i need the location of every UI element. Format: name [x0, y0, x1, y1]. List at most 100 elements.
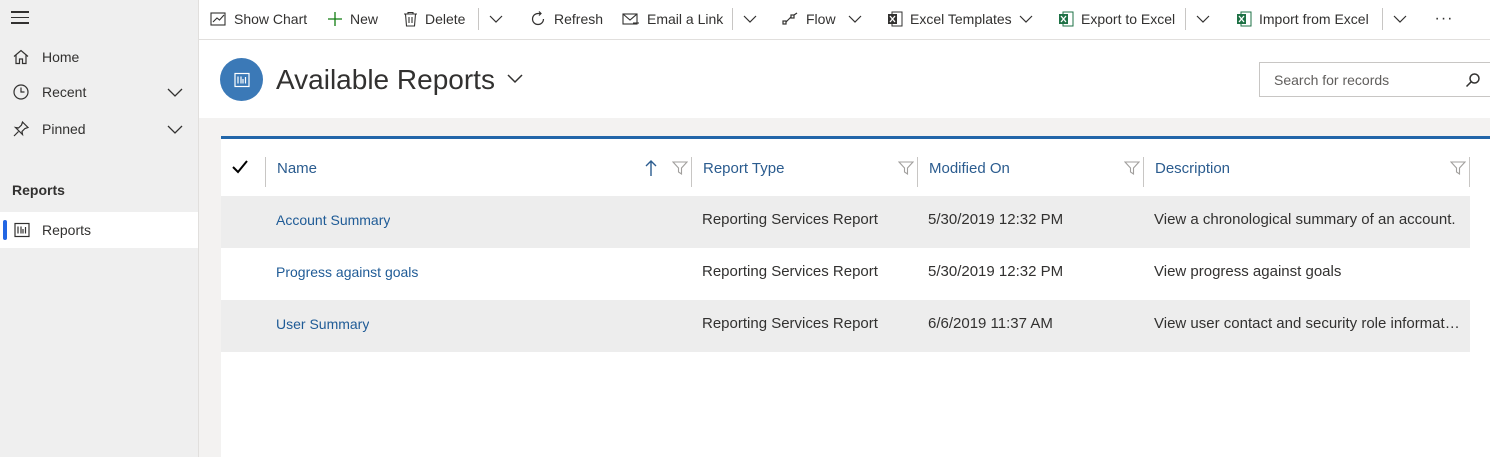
sidebar-item-label: Pinned [42, 121, 86, 137]
report-type-cell: Reporting Services Report [702, 315, 878, 332]
sidebar-section-title: Reports [12, 182, 65, 198]
show-chart-button[interactable]: Show Chart [210, 0, 307, 38]
divider [478, 8, 479, 30]
sort-ascending-icon[interactable] [644, 159, 658, 177]
column-divider [265, 157, 266, 187]
report-name-link[interactable]: Progress against goals [276, 264, 418, 280]
export-to-excel-button[interactable]: Export to Excel [1058, 0, 1175, 38]
column-divider [917, 157, 918, 187]
filter-icon[interactable] [1124, 161, 1140, 175]
excel-export-icon [1059, 11, 1074, 27]
chevron-down-icon [848, 15, 862, 23]
report-name-link[interactable]: Account Summary [276, 212, 390, 228]
report-entity-icon [220, 58, 263, 101]
report-name-link[interactable]: User Summary [276, 316, 369, 332]
sidebar-item-home[interactable]: Home [0, 39, 198, 75]
more-commands-button[interactable]: ··· [1432, 0, 1456, 38]
email-link-button[interactable]: Email a Link [622, 0, 723, 38]
search-icon[interactable] [1465, 72, 1481, 88]
divider [732, 8, 733, 30]
column-divider [1469, 157, 1470, 187]
refresh-label: Refresh [554, 11, 604, 27]
excel-templates-chevron[interactable] [1012, 0, 1040, 38]
trash-icon [404, 11, 417, 27]
sidebar-item-label: Recent [42, 84, 87, 100]
chevron-down-icon [1393, 15, 1407, 23]
column-header-name[interactable]: Name [277, 160, 317, 177]
more-email-options-chevron[interactable] [736, 0, 764, 38]
sidebar-item-label: Home [42, 49, 80, 65]
description-cell: View a chronological summary of an accou… [1154, 211, 1456, 228]
refresh-button[interactable]: Refresh [529, 0, 603, 38]
hamburger-menu-icon[interactable] [11, 11, 29, 25]
sidebar: Home Recent Pinned Reports Reports [0, 0, 199, 457]
sidebar-item-label: Reports [42, 222, 92, 238]
records-grid: Name Report Type Modified On Description… [221, 136, 1490, 457]
chevron-down-icon[interactable] [166, 121, 184, 137]
plus-icon [328, 12, 342, 26]
flow-icon [782, 12, 798, 25]
excel-templates-icon [888, 11, 903, 27]
modified-on-cell: 5/30/2019 12:32 PM [928, 211, 1064, 228]
select-all-checkmark-icon[interactable] [231, 159, 249, 175]
flow-button[interactable]: Flow [782, 0, 836, 38]
filter-icon[interactable] [1450, 161, 1466, 175]
import-from-excel-button[interactable]: Import from Excel [1236, 0, 1369, 38]
sidebar-item-recent[interactable]: Recent [0, 74, 198, 110]
new-button[interactable]: New [327, 0, 378, 38]
flow-options-chevron[interactable] [841, 0, 869, 38]
description-cell: View progress against goals [1154, 263, 1342, 280]
chevron-down-icon [489, 15, 503, 23]
search-box [1259, 62, 1490, 97]
filter-icon[interactable] [898, 161, 914, 175]
column-divider [1143, 157, 1144, 187]
modified-on-cell: 5/30/2019 12:32 PM [928, 263, 1064, 280]
import-from-excel-label: Import from Excel [1259, 11, 1369, 27]
export-to-excel-label: Export to Excel [1081, 11, 1176, 27]
column-divider [691, 157, 692, 187]
modified-on-cell: 6/6/2019 11:37 AM [928, 315, 1053, 332]
new-label: New [350, 11, 379, 27]
table-row[interactable]: Account Summary Reporting Services Repor… [221, 196, 1470, 248]
report-type-cell: Reporting Services Report [702, 211, 878, 228]
show-chart-label: Show Chart [234, 11, 308, 27]
chart-icon [210, 11, 226, 26]
report-icon [14, 222, 30, 238]
sidebar-item-reports[interactable]: Reports [0, 212, 198, 248]
chevron-down-icon [1196, 15, 1210, 23]
active-indicator [3, 220, 7, 240]
delete-label: Delete [425, 11, 466, 27]
chevron-down-icon [1019, 15, 1033, 23]
view-selector-chevron-icon[interactable] [505, 70, 525, 86]
chevron-down-icon[interactable] [166, 84, 184, 100]
home-icon [13, 49, 29, 65]
refresh-icon [531, 11, 545, 26]
command-bar: Show Chart New Delete Refresh Email a Li… [199, 0, 1490, 40]
table-row[interactable]: Progress against goals Reporting Service… [221, 248, 1470, 300]
email-link-label: Email a Link [647, 11, 724, 27]
column-header-modified-on[interactable]: Modified On [929, 160, 1010, 177]
chevron-down-icon [743, 15, 757, 23]
search-input[interactable] [1274, 71, 1454, 88]
grid-header: Name Report Type Modified On Description [221, 139, 1490, 195]
table-row[interactable]: User Summary Reporting Services Report 6… [221, 300, 1470, 352]
divider [1382, 8, 1383, 30]
email-link-icon [622, 13, 639, 25]
column-header-report-type[interactable]: Report Type [703, 160, 784, 177]
flow-label: Flow [806, 11, 836, 27]
excel-import-icon [1237, 11, 1252, 27]
divider [1185, 8, 1186, 30]
import-excel-chevron[interactable] [1386, 0, 1414, 38]
export-excel-chevron[interactable] [1189, 0, 1217, 38]
more-delete-options-chevron[interactable] [482, 0, 510, 38]
report-type-cell: Reporting Services Report [702, 263, 878, 280]
column-header-description[interactable]: Description [1155, 160, 1230, 177]
sidebar-item-pinned[interactable]: Pinned [0, 111, 198, 147]
description-cell: View user contact and security role info… [1154, 315, 1462, 332]
excel-templates-label: Excel Templates [910, 11, 1012, 27]
delete-button[interactable]: Delete [403, 0, 465, 38]
filter-icon[interactable] [672, 161, 688, 175]
pin-icon [13, 120, 30, 137]
excel-templates-button[interactable]: Excel Templates [887, 0, 1012, 38]
page-title: Available Reports [276, 64, 495, 95]
